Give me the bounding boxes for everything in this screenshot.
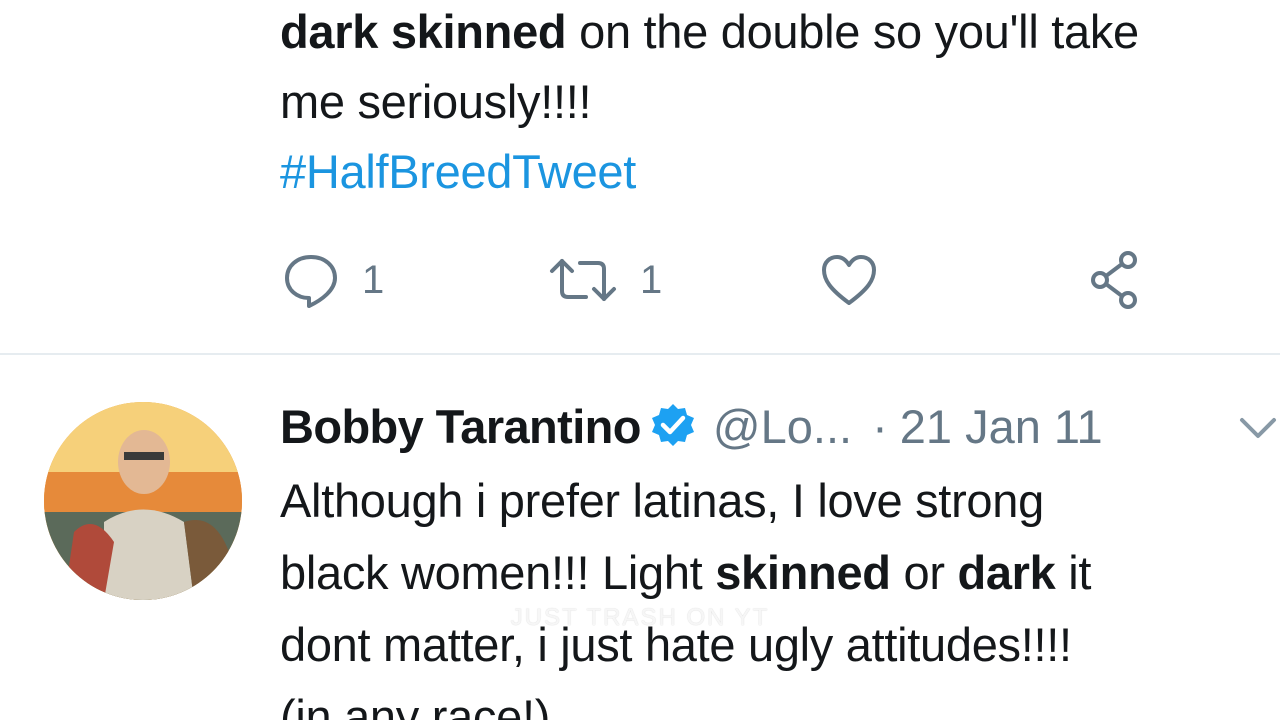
- tweet-second-line2a: black women!!! Light: [280, 546, 716, 599]
- display-name[interactable]: Bobby Tarantino: [280, 399, 642, 454]
- tweet-top-text: dark skinned on the double so you'll tak…: [280, 0, 1280, 207]
- share-icon: [1088, 250, 1148, 310]
- tweet-top-bold-text: dark skinned: [280, 5, 567, 58]
- user-handle[interactable]: @Lo...: [713, 399, 852, 454]
- chevron-down-icon[interactable]: [1238, 415, 1278, 446]
- hashtag-link[interactable]: #HalfBreedTweet: [280, 137, 1280, 207]
- watermark: JUST TRASH ON YT: [510, 604, 770, 631]
- like-button[interactable]: [820, 250, 878, 310]
- tweet-second-bold2: dark: [957, 546, 1056, 599]
- tweet-top-actions: 1 1: [280, 250, 1180, 310]
- tweet-second-line2b: or: [890, 546, 958, 599]
- heart-icon: [820, 253, 878, 307]
- reply-button[interactable]: 1: [282, 250, 384, 310]
- avatar[interactable]: [44, 402, 242, 600]
- verified-badge-icon: [649, 402, 697, 455]
- page: dark skinned on the double so you'll tak…: [0, 0, 1280, 720]
- reply-icon: [282, 251, 340, 309]
- retweet-icon: [548, 255, 618, 305]
- tweet-second-header: Bobby Tarantino @Lo... · 21 Jan 11: [280, 395, 1280, 457]
- tweet-date[interactable]: 21 Jan 11: [900, 399, 1103, 454]
- tweet-second-line2c: it: [1055, 546, 1092, 599]
- reply-count: 1: [362, 257, 385, 302]
- tweet-divider: [0, 353, 1280, 355]
- tweet-second-line4: (in any race!): [280, 690, 551, 720]
- tweet-second-line1: Although i prefer latinas, I love strong: [280, 474, 1044, 527]
- retweet-button[interactable]: 1: [548, 250, 662, 310]
- retweet-count: 1: [640, 257, 663, 302]
- tweet-second-text: Although i prefer latinas, I love strong…: [280, 465, 1270, 720]
- separator-dot: ·: [872, 399, 888, 453]
- tweet-top: dark skinned on the double so you'll tak…: [280, 0, 1280, 309]
- tweet-top-line2: me seriously!!!!: [280, 75, 592, 128]
- tweet-second-bold1: skinned: [715, 546, 891, 599]
- share-button[interactable]: [1088, 250, 1148, 310]
- tweet-top-line1: on the double so you'll take: [566, 5, 1139, 58]
